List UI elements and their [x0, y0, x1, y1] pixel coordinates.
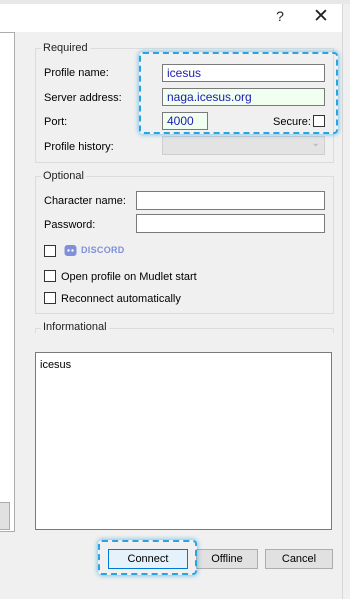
- character-name-label: Character name:: [44, 195, 126, 207]
- port-label: Port:: [44, 116, 68, 128]
- cancel-button[interactable]: Cancel: [265, 549, 333, 569]
- chevron-down-icon: ⌄: [311, 138, 320, 149]
- character-name-input[interactable]: [136, 191, 325, 210]
- informational-group-title: Informational: [41, 321, 109, 333]
- server-address-label: Server address:: [44, 92, 122, 104]
- required-group-title: Required: [41, 42, 90, 54]
- window-border: [342, 4, 343, 599]
- password-input[interactable]: [136, 214, 325, 233]
- discord-label: DISCORD: [81, 245, 125, 255]
- optional-group-title: Optional: [41, 170, 86, 182]
- profile-list-button[interactable]: [0, 502, 10, 530]
- profile-name-label: Profile name:: [44, 67, 109, 79]
- profile-history-label: Profile history:: [44, 141, 114, 153]
- discord-checkbox[interactable]: [44, 245, 56, 257]
- password-label: Password:: [44, 219, 96, 231]
- focus-highlight-connect: [98, 540, 197, 575]
- offline-button[interactable]: Offline: [196, 549, 258, 569]
- discord-icon: [64, 245, 77, 256]
- close-button[interactable]: ✕: [306, 5, 336, 28]
- reconnect-checkbox[interactable]: [44, 292, 56, 304]
- help-button[interactable]: ?: [270, 8, 290, 24]
- informational-text: icesus: [35, 352, 332, 530]
- open-on-start-label[interactable]: Open profile on Mudlet start: [61, 271, 197, 283]
- profile-history-select[interactable]: ⌄: [162, 136, 325, 155]
- title-bar: ? ✕: [0, 4, 342, 32]
- reconnect-label[interactable]: Reconnect automatically: [61, 293, 181, 305]
- focus-highlight-required: [139, 52, 338, 134]
- open-on-start-checkbox[interactable]: [44, 270, 56, 282]
- profile-list[interactable]: [0, 32, 15, 532]
